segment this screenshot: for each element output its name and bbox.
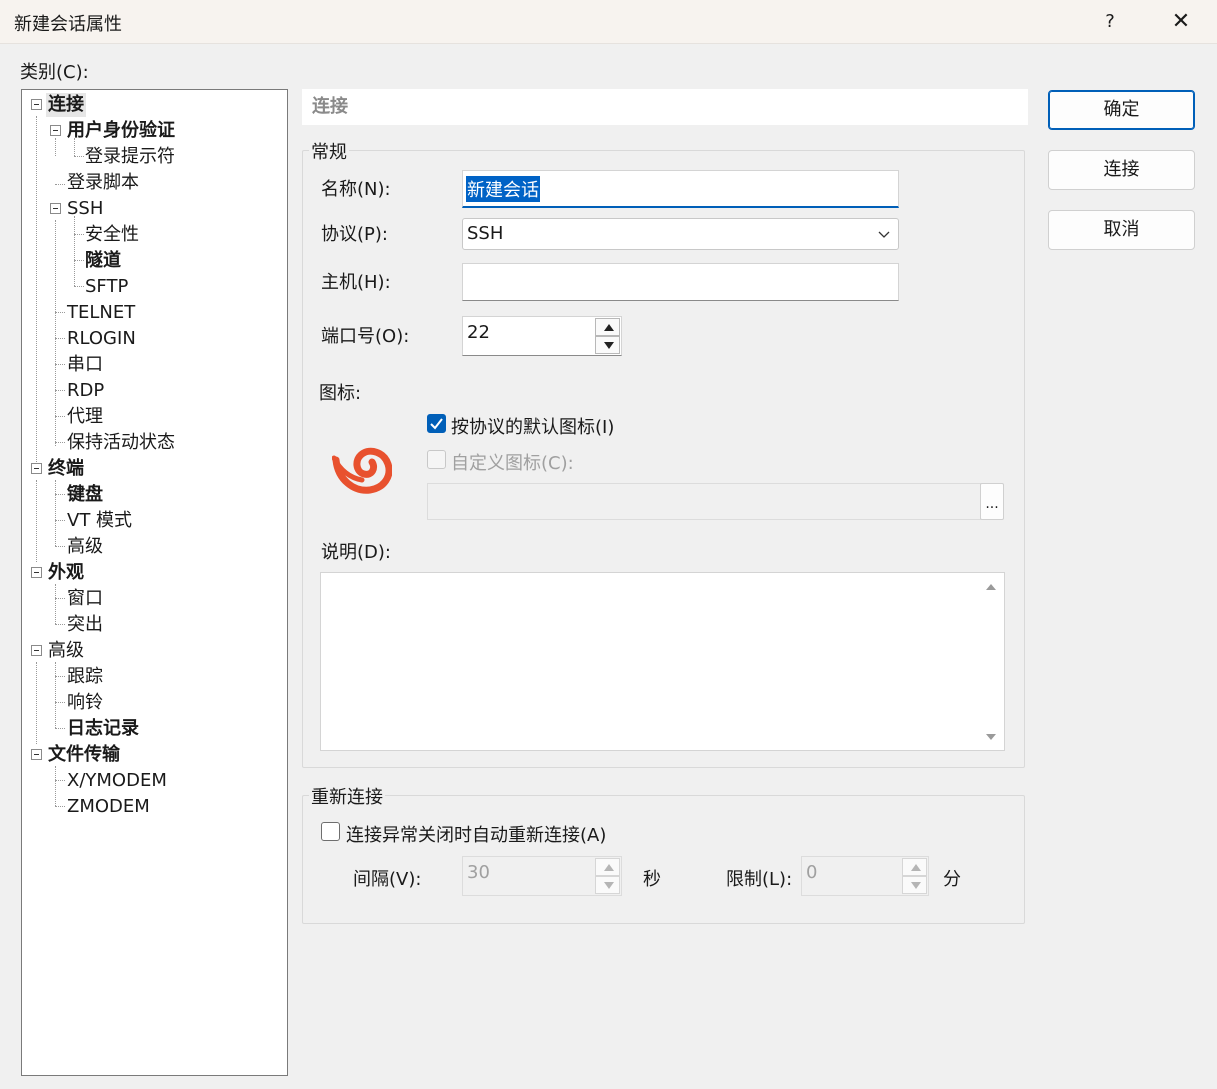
tree-item-file-transfer[interactable]: 文件传输 <box>48 743 120 767</box>
arrow-down-icon <box>604 882 614 889</box>
tree-item-bell[interactable]: 响铃 <box>67 691 103 715</box>
custom-icon-path-field[interactable] <box>427 483 981 520</box>
custom-icon-checkbox[interactable] <box>427 450 446 469</box>
protocol-select[interactable]: SSH <box>462 218 899 250</box>
port-label: 端口号(O): <box>321 326 410 347</box>
limit-decrement-button[interactable] <box>902 876 927 894</box>
tree-item-authentication[interactable]: 用户身份验证 <box>67 119 175 143</box>
tree-item-sftp[interactable]: SFTP <box>85 275 128 299</box>
description-textarea[interactable] <box>320 572 1005 751</box>
tree-item-security[interactable]: 安全性 <box>85 223 139 247</box>
arrow-up-icon <box>911 864 921 871</box>
tree-item-rdp[interactable]: RDP <box>67 379 104 403</box>
collapse-toggle-icon[interactable] <box>31 749 42 760</box>
connect-button[interactable]: 连接 <box>1048 150 1195 190</box>
limit-increment-button[interactable] <box>902 858 927 876</box>
cancel-button[interactable]: 取消 <box>1048 210 1195 250</box>
close-button[interactable]: ✕ <box>1158 4 1204 40</box>
tree-item-connection[interactable]: 连接 <box>46 93 86 117</box>
tree-item-login-scripts[interactable]: 登录脚本 <box>67 171 139 195</box>
default-icon-checkbox[interactable] <box>427 414 446 433</box>
name-input-value: 新建会话 <box>466 176 540 202</box>
collapse-toggle-icon[interactable] <box>31 99 42 110</box>
scroll-down-icon[interactable] <box>985 733 997 741</box>
title-bar: 新建会话属性 ? ✕ <box>0 0 1217 44</box>
port-stepper[interactable]: 22 <box>462 316 622 356</box>
tree-item-appearance[interactable]: 外观 <box>48 561 84 585</box>
tree-item-proxy[interactable]: 代理 <box>67 405 103 429</box>
interval-decrement-button[interactable] <box>595 876 620 894</box>
protocol-label: 协议(P): <box>321 224 388 245</box>
browse-icon-button[interactable]: ... <box>980 483 1004 520</box>
tree-item-highlighting[interactable]: 突出 <box>67 613 103 637</box>
chevron-down-icon <box>878 231 890 238</box>
general-group-title: 常规 <box>309 138 349 164</box>
tree-item-terminal[interactable]: 终端 <box>48 457 84 481</box>
tree-item-zmodem[interactable]: ZMODEM <box>67 795 150 819</box>
category-tree[interactable]: 连接 用户身份验证 登录提示符 登录脚本 SSH 安全性 隧道 SFTP TEL… <box>21 89 288 1076</box>
tree-item-xymodem[interactable]: X/YMODEM <box>67 769 167 793</box>
auto-reconnect-label[interactable]: 连接异常关闭时自动重新连接(A) <box>346 821 606 847</box>
tree-item-keep-alive[interactable]: 保持活动状态 <box>67 431 175 455</box>
protocol-select-value: SSH <box>467 223 504 244</box>
tree-item-serial[interactable]: 串口 <box>67 353 103 377</box>
auto-reconnect-checkbox[interactable] <box>321 822 340 841</box>
collapse-toggle-icon[interactable] <box>50 203 61 214</box>
collapse-toggle-icon[interactable] <box>31 567 42 578</box>
checkmark-icon <box>430 418 443 430</box>
scroll-up-icon[interactable] <box>985 583 997 591</box>
interval-label: 间隔(V): <box>353 869 422 890</box>
category-label: 类别(C): <box>20 62 89 83</box>
arrow-down-icon <box>604 342 614 349</box>
limit-label: 限制(L): <box>726 869 793 890</box>
tree-item-login-prompts[interactable]: 登录提示符 <box>85 145 175 169</box>
ok-button[interactable]: 确定 <box>1048 90 1195 130</box>
limit-stepper[interactable]: 0 <box>801 856 929 896</box>
arrow-down-icon <box>911 882 921 889</box>
port-increment-button[interactable] <box>595 318 620 336</box>
description-scrollbar[interactable] <box>979 573 1004 750</box>
browse-label: ... <box>985 496 999 512</box>
default-icon-label[interactable]: 按协议的默认图标(I) <box>451 413 614 439</box>
tree-item-trace[interactable]: 跟踪 <box>67 665 103 689</box>
section-header: 连接 <box>302 89 1028 125</box>
tree-item-tunneling[interactable]: 隧道 <box>85 249 121 273</box>
tree-item-terminal-advanced[interactable]: 高级 <box>67 535 103 559</box>
ok-button-label: 确定 <box>1103 99 1140 120</box>
window-title: 新建会话属性 <box>14 14 122 35</box>
interval-increment-button[interactable] <box>595 858 620 876</box>
tree-item-telnet[interactable]: TELNET <box>67 301 135 325</box>
tree-item-window[interactable]: 窗口 <box>67 587 103 611</box>
arrow-up-icon <box>604 864 614 871</box>
collapse-toggle-icon[interactable] <box>50 125 61 136</box>
host-label: 主机(H): <box>321 272 391 293</box>
custom-icon-label[interactable]: 自定义图标(C): <box>451 449 574 475</box>
description-label: 说明(D): <box>321 542 391 563</box>
connect-button-label: 连接 <box>1103 159 1140 180</box>
tree-item-vt-modes[interactable]: VT 模式 <box>67 509 132 533</box>
collapse-toggle-icon[interactable] <box>31 463 42 474</box>
interval-stepper[interactable]: 30 <box>462 856 622 896</box>
port-value: 22 <box>467 322 490 343</box>
tree-item-rlogin[interactable]: RLOGIN <box>67 327 136 351</box>
limit-value: 0 <box>806 862 818 883</box>
tree-item-logging[interactable]: 日志记录 <box>67 717 139 741</box>
port-decrement-button[interactable] <box>595 336 620 354</box>
host-input[interactable] <box>462 263 899 301</box>
tree-item-ssh[interactable]: SSH <box>67 197 103 221</box>
interval-value: 30 <box>467 862 490 883</box>
name-input[interactable]: 新建会话 <box>462 170 899 208</box>
seconds-unit: 秒 <box>643 869 661 890</box>
name-label: 名称(N): <box>321 179 391 200</box>
tree-item-keyboard[interactable]: 键盘 <box>67 483 103 507</box>
icon-label: 图标: <box>319 383 362 404</box>
arrow-up-icon <box>604 324 614 331</box>
cancel-button-label: 取消 <box>1103 219 1140 240</box>
protocol-icon <box>332 447 392 494</box>
help-button[interactable]: ? <box>1090 4 1130 40</box>
tree-item-advanced[interactable]: 高级 <box>48 639 84 663</box>
minutes-unit: 分 <box>943 869 961 890</box>
collapse-toggle-icon[interactable] <box>31 645 42 656</box>
reconnect-group-title: 重新连接 <box>309 783 385 809</box>
